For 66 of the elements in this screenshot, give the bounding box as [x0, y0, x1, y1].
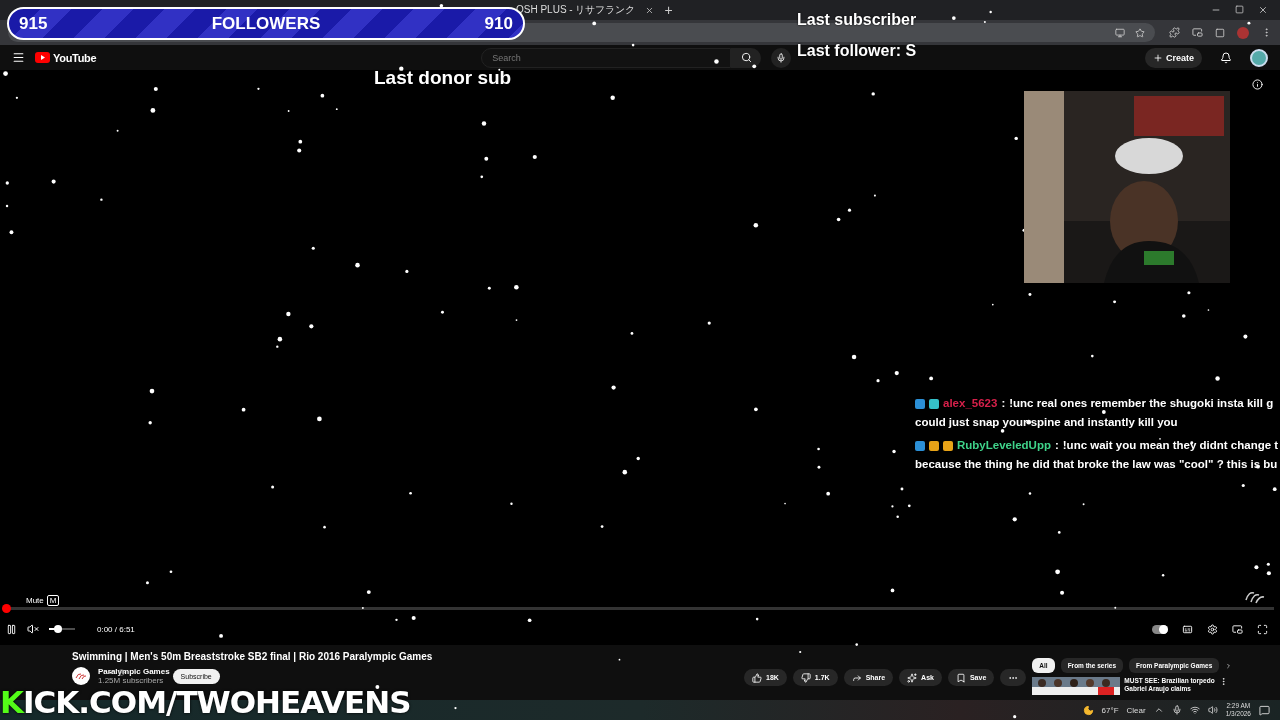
settings-button[interactable] [1207, 623, 1218, 635]
create-button[interactable]: Create [1145, 47, 1202, 68]
info-icon[interactable] [1252, 79, 1263, 90]
sparkle-icon [907, 672, 918, 683]
chat-separator: : [1054, 438, 1059, 453]
follower-count: 915 [19, 13, 48, 34]
pause-button[interactable] [6, 623, 17, 635]
share-icon [851, 672, 862, 683]
autoplay-toggle[interactable] [1152, 624, 1168, 634]
mic-icon [776, 52, 787, 63]
avatar[interactable] [1250, 48, 1268, 67]
chat-message: !unc real ones remember the shugoki insta kill g [1009, 396, 1274, 411]
video-title: Swimming | Men's 50m Breaststroke SB2 final | Rio 2016 Paralympic Games [72, 651, 434, 662]
mic-icon[interactable] [1171, 705, 1182, 715]
network-icon[interactable] [1189, 705, 1200, 715]
mute-button[interactable] [27, 623, 39, 635]
last-donor-label: Last donor sub [374, 67, 512, 89]
volume-handle[interactable] [54, 625, 63, 633]
channel-avatar[interactable] [72, 667, 90, 685]
last-follower-label: Last follower: S [797, 42, 917, 60]
play-logo-icon [35, 52, 50, 63]
picture-in-picture-icon[interactable] [1192, 27, 1203, 38]
shortcut-key: M [46, 595, 60, 606]
subscriber-count: 1.25M subscribers [98, 676, 165, 685]
chat-username[interactable]: RubyLeveledUpp [957, 436, 1051, 455]
goal-label: FOLLOWERS [211, 13, 321, 34]
channel-url: KICK.COM/TWOHEAVENS [0, 684, 411, 720]
more-button[interactable] [1000, 669, 1027, 686]
puzzle-icon[interactable] [1169, 27, 1180, 38]
tooltip-text: Mute [26, 596, 44, 605]
chat-message: could just snap your spine and instantly kill you [915, 415, 1179, 430]
search-button[interactable] [731, 47, 762, 68]
goal-target: 910 [484, 13, 513, 34]
weather-condition: Clear [1126, 705, 1146, 715]
chevron-icon[interactable] [1153, 705, 1164, 715]
bookmark-icon [955, 672, 966, 683]
time-display: 0:00 / 6:51 [97, 624, 135, 634]
menu-icon[interactable] [12, 51, 25, 64]
progress-handle[interactable] [2, 604, 11, 613]
bell-icon[interactable] [1220, 51, 1232, 64]
moon-icon [1082, 704, 1094, 716]
close-icon[interactable] [1258, 5, 1268, 15]
star-icon[interactable] [1135, 27, 1145, 38]
search-icon [740, 52, 752, 63]
search-field[interactable]: Search [481, 47, 732, 68]
temperature: 67°F [1101, 705, 1119, 715]
restore-icon[interactable] [1235, 5, 1244, 14]
new-tab-button[interactable]: + [664, 3, 673, 17]
thumbs-up-icon [752, 672, 762, 683]
theater-button[interactable] [1232, 623, 1243, 635]
last-subscriber-label: Last subscriber [797, 11, 917, 29]
captions-button[interactable] [1182, 623, 1193, 635]
chat-username[interactable]: alex_5623 [943, 394, 998, 413]
chat-message: !unc wait you mean they didnt change t [1062, 438, 1279, 453]
speaker-icon[interactable] [1207, 705, 1218, 715]
fullscreen-button[interactable] [1257, 623, 1268, 635]
youtube-logo[interactable]: YouTube [35, 51, 97, 64]
channel-name[interactable]: Paralympic Games [98, 667, 170, 676]
install-icon[interactable] [1115, 27, 1125, 38]
mic-button[interactable] [771, 47, 792, 68]
notification-icon[interactable] [1259, 704, 1270, 716]
close-icon[interactable] [645, 5, 655, 15]
chat-separator: : [1001, 396, 1006, 411]
plus-icon [1153, 52, 1163, 63]
thumbs-down-icon [800, 672, 811, 683]
media-icon[interactable] [1215, 27, 1225, 38]
